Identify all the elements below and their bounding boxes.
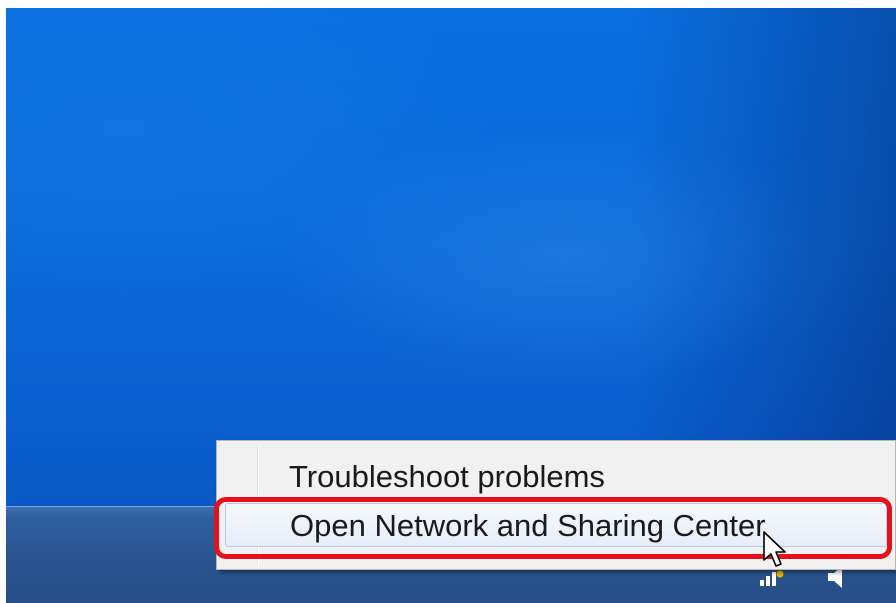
context-menu: Troubleshoot problems Open Network and S… bbox=[216, 440, 896, 570]
mouse-pointer-icon bbox=[763, 531, 786, 567]
menu-item-troubleshoot-problems[interactable]: Troubleshoot problems bbox=[225, 455, 887, 499]
network-icon[interactable] bbox=[758, 568, 784, 588]
menu-item-label: Troubleshoot problems bbox=[289, 459, 605, 494]
menu-item-label: Open Network and Sharing Center bbox=[290, 508, 766, 543]
